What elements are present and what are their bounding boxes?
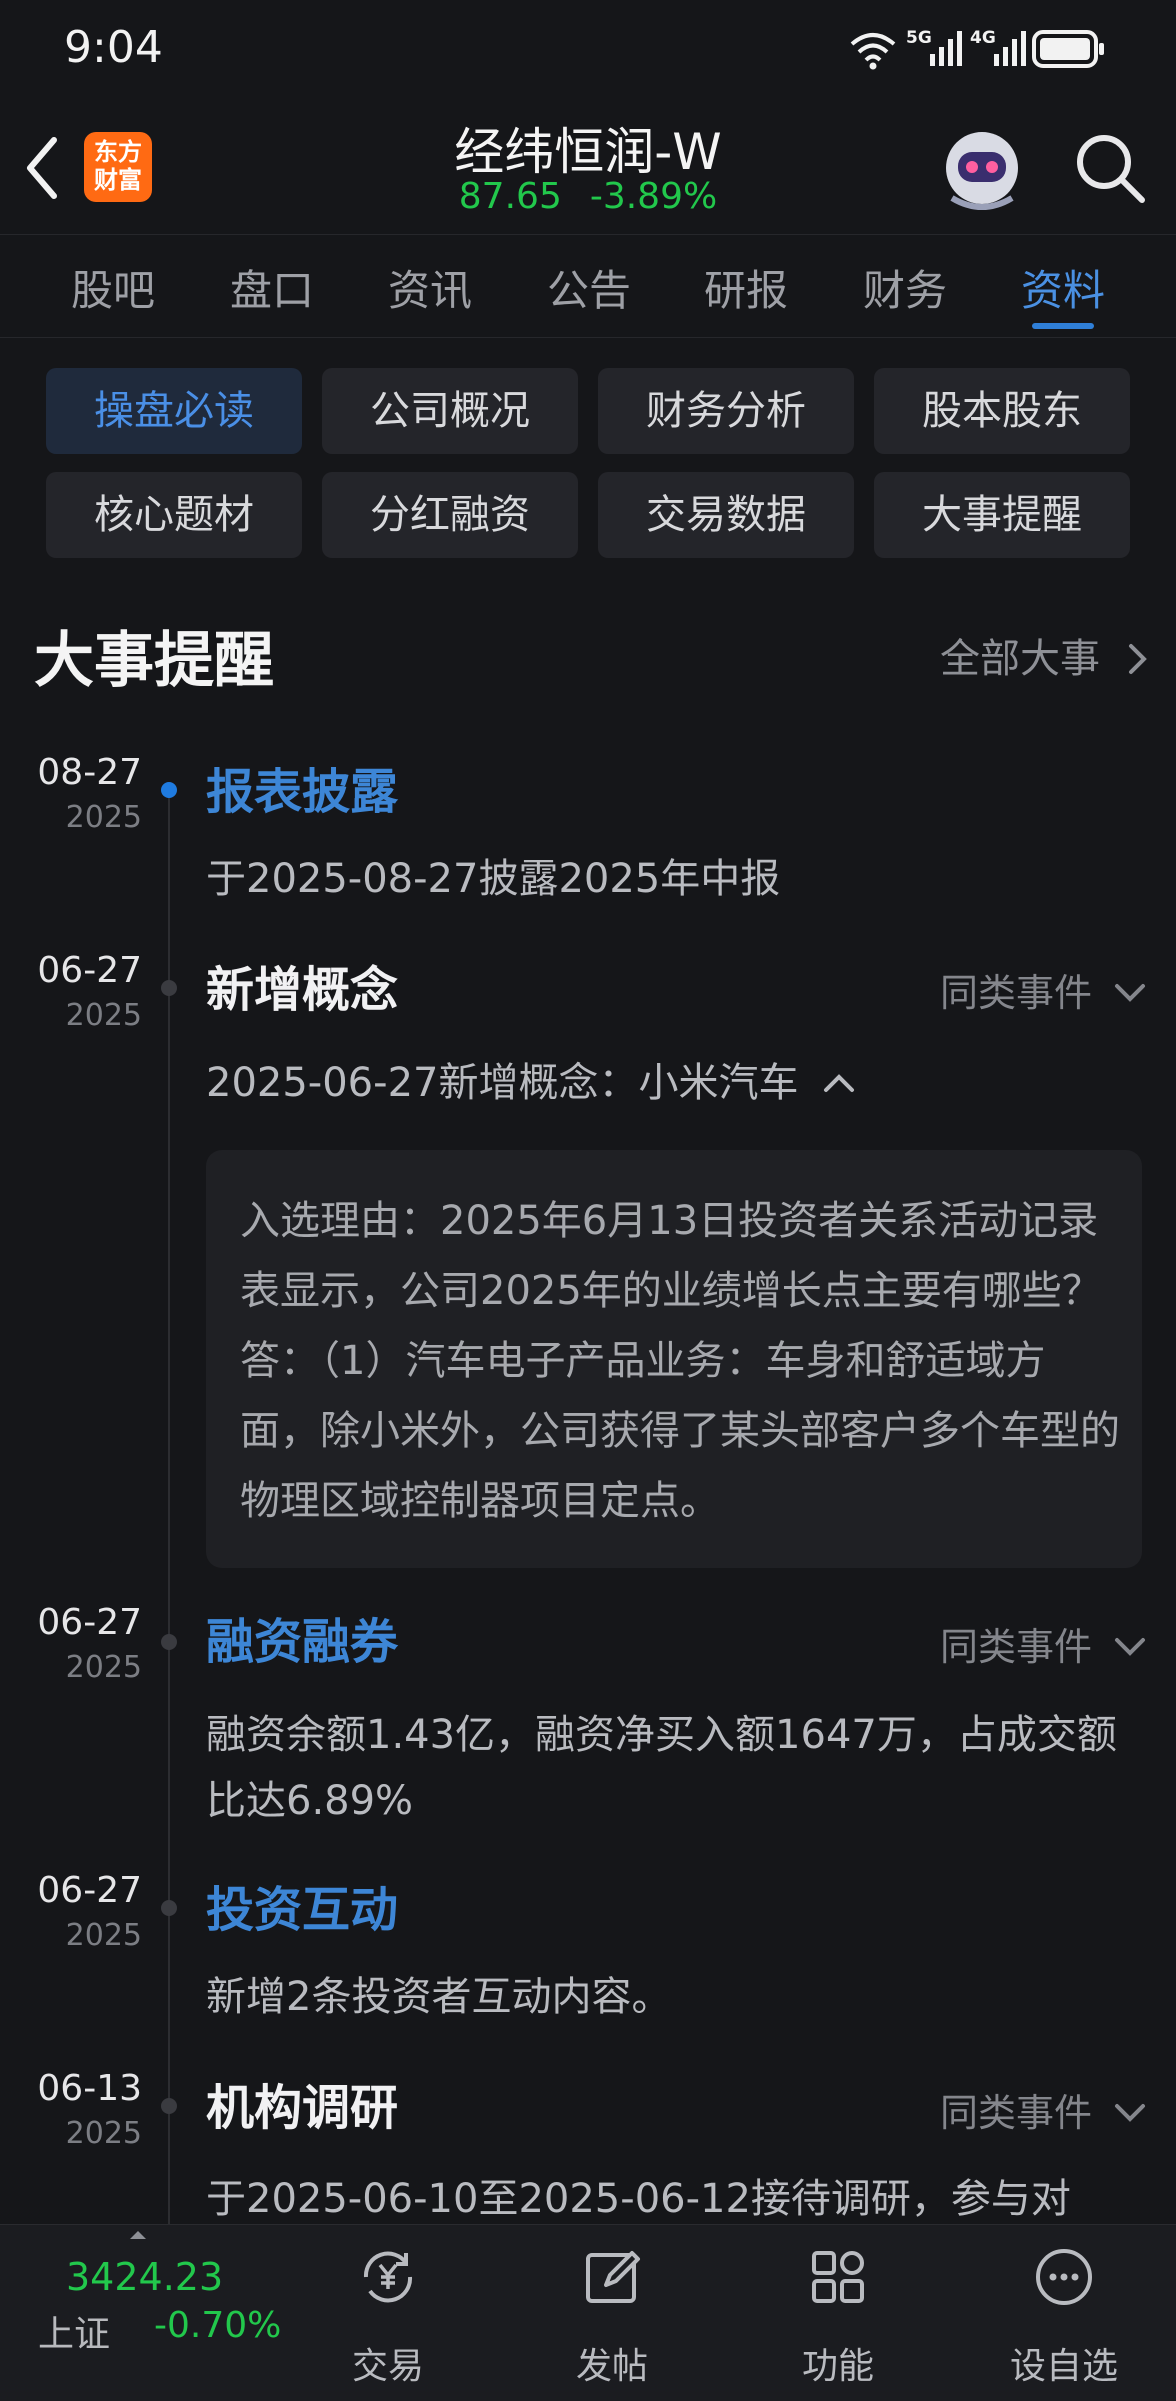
search-icon[interactable] [1072,130,1148,206]
similar-events-toggle[interactable]: 同类事件 [940,1616,1146,1671]
event-year: 2025 [65,2116,142,2151]
event-desc: 新增2条投资者互动内容。 [206,1974,672,2020]
clock: 9:04 [64,22,163,73]
nav-trade[interactable]: 交易 [308,2225,468,2401]
nav-functions-label: 功能 [801,2346,874,2387]
timeline-dot [161,1900,177,1916]
event-year: 2025 [65,998,142,1033]
nav-post-label: 发帖 [575,2346,648,2387]
similar-events-label: 同类事件 [940,1625,1093,1669]
event-desc: 融资余额1.43亿，融资净买入额1647万，占成交额比达6.89% [206,1712,1117,1824]
event-year: 2025 [65,1918,142,1953]
bottom-bar: 3424.23 上证 -0.70% 交易 发帖 功能 设自选 [0,2224,1176,2401]
chip-company-overview[interactable]: 公司概况 [322,368,578,454]
chip-dividend-financing[interactable]: 分红融资 [322,472,578,558]
event-title: 机构调研 [206,2080,399,2136]
stock-change-pct: -3.89% [589,176,718,217]
similar-events-label: 同类事件 [940,971,1093,1015]
chevron-down-icon [1115,984,1146,1002]
event-date: 06-27 [37,1602,142,1643]
chip-trading-guide[interactable]: 操盘必读 [46,368,302,454]
tab-pankou[interactable]: 盘口 [192,257,352,318]
tab-finance[interactable]: 财务 [825,257,985,318]
stock-tabs: 股吧 盘口 资讯 公告 研报 财务 资料 [0,234,1176,338]
event-title[interactable]: 融资融券 [206,1602,398,1672]
similar-events-toggle[interactable]: 同类事件 [940,962,1146,1017]
yen-exchange-icon [363,2251,413,2303]
event-title: 新增概念 [206,962,399,1018]
tab-profile[interactable]: 资料 [983,257,1143,318]
event-year: 2025 [65,800,142,835]
event-date: 06-27 [37,950,142,991]
chevron-down-icon [1115,1638,1146,1656]
index-change: -0.70% [154,2305,282,2346]
timeline-dot [161,1634,177,1650]
active-tab-indicator [1032,323,1094,329]
stock-header: 东方 财富 经纬恒润-W 87.65 -3.89% [0,100,1176,234]
event-year: 2025 [65,1650,142,1685]
index-name: 上证 [38,2314,111,2355]
network-4g-label: 4G [970,28,996,48]
nav-trade-label: 交易 [351,2346,424,2387]
nav-functions[interactable]: 功能 [758,2225,918,2401]
timeline-dot [161,782,177,798]
tab-news[interactable]: 资讯 [350,257,510,318]
chip-trading-data[interactable]: 交易数据 [598,472,854,558]
chip-shareholders[interactable]: 股本股东 [874,368,1130,454]
chevron-down-icon [1115,2104,1146,2122]
timeline-dot [161,980,177,996]
status-bar: 9:04 5G 4G [0,0,1176,100]
event-date: 06-27 [37,1870,142,1911]
event-desc: 于2025-08-27披露2025年中报 [206,856,781,902]
index-ticker[interactable]: 3424.23 上证 -0.70% [0,2225,290,2401]
chip-core-themes[interactable]: 核心题材 [46,472,302,558]
event-desc: 2025-06-27新增概念：小米汽车 [206,1060,799,1106]
nav-watchlist-label: 设自选 [1009,2346,1118,2387]
all-events-label: 全部大事 [940,636,1100,682]
tab-guba[interactable]: 股吧 [33,257,193,318]
robot-assistant-icon[interactable] [938,124,1026,212]
nav-watchlist[interactable]: 设自选 [984,2225,1144,2401]
stock-price: 87.65 [458,176,562,217]
signal-5g-icon [930,31,962,66]
event-title[interactable]: 报表披露 [206,752,398,822]
event-date: 06-13 [37,2068,142,2109]
concept-reason-box: 入选理由：2025年6月13日投资者关系活动记录表显示，公司2025年的业绩增长… [206,1150,1142,1568]
event-title[interactable]: 投资互动 [206,1870,398,1940]
battery-icon [1032,30,1104,68]
tab-research[interactable]: 研报 [666,257,826,318]
chip-financial-analysis[interactable]: 财务分析 [598,368,854,454]
concept-reason-text: 入选理由：2025年6月13日投资者关系活动记录表显示，公司2025年的业绩增长… [240,1198,1120,1524]
similar-events-toggle[interactable]: 同类事件 [940,2082,1146,2137]
event-desc: 于2025-06-10至2025-06-12接待调研，参与对 [206,2176,1071,2222]
index-value: 3424.23 [66,2255,224,2299]
chevron-right-icon [1128,644,1147,674]
network-5g-label: 5G [906,28,932,48]
edit-icon [586,2251,640,2303]
event-desc-row[interactable]: 2025-06-27新增概念：小米汽车 [206,1050,1126,1116]
more-circle-icon [1036,2249,1092,2305]
wifi-icon [850,33,896,70]
tab-announcement[interactable]: 公告 [509,257,669,318]
event-date: 08-27 [37,752,142,793]
similar-events-label: 同类事件 [940,2091,1093,2135]
signal-4g-icon [994,31,1026,66]
chip-major-events[interactable]: 大事提醒 [874,472,1130,558]
chevron-up-icon [824,1074,855,1092]
timeline-dot [161,2098,177,2114]
section-title: 大事提醒 [34,626,274,696]
nav-post[interactable]: 发帖 [532,2225,692,2401]
grid-icon [812,2251,864,2303]
timeline-line [168,786,170,2226]
all-events-link[interactable]: 全部大事 [940,626,1149,684]
